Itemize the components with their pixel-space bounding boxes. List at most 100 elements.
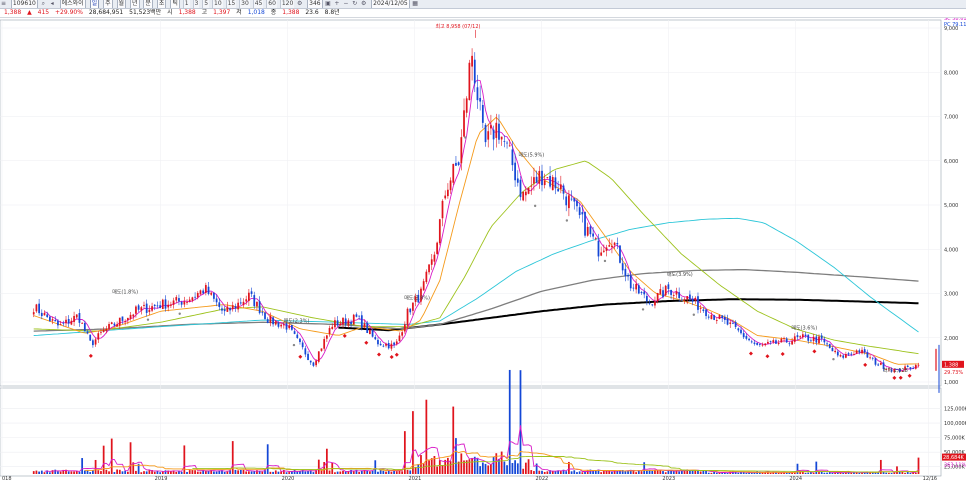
tab-year[interactable]: 년	[129, 0, 140, 8]
period-30[interactable]: 30	[239, 0, 250, 8]
lock-icon[interactable]: ▣	[325, 0, 332, 8]
refresh-icon[interactable]: ↻	[351, 0, 358, 8]
volume-bar	[807, 472, 810, 474]
candle-body	[239, 302, 242, 304]
volume-bar	[312, 472, 315, 474]
time-tick-label: 2023	[662, 476, 675, 482]
period-3[interactable]: 3	[192, 0, 200, 8]
candle-body	[54, 320, 57, 322]
candle-body	[538, 170, 541, 184]
candle-body	[689, 294, 691, 299]
candle-body	[764, 343, 767, 346]
period-60[interactable]: 60	[266, 0, 277, 8]
candle-body	[336, 320, 339, 326]
candle-body	[118, 317, 121, 326]
candle-body	[799, 336, 802, 338]
tab-minute[interactable]: 분	[143, 0, 153, 8]
candle-body	[135, 306, 137, 314]
volume-bar	[710, 472, 713, 474]
candle-body	[272, 317, 274, 325]
tab-tick[interactable]: 틱	[170, 0, 180, 8]
candle-body	[40, 312, 43, 317]
search-icon[interactable]: ⌕	[40, 0, 47, 8]
volume-bar	[611, 471, 613, 474]
candle-body	[627, 274, 629, 277]
candle-body	[342, 317, 344, 325]
gear-icon[interactable]: ⚙	[360, 0, 367, 8]
candle-body	[403, 324, 406, 332]
tab-week[interactable]: 주	[103, 0, 113, 8]
volume-bar	[527, 459, 530, 474]
candle-body	[38, 303, 40, 314]
candle-body	[713, 315, 715, 320]
volume-bar	[885, 472, 888, 474]
stock-name[interactable]: 에스와이	[59, 0, 86, 8]
candle-body	[256, 301, 258, 307]
up-arrow-icon: ▲	[27, 9, 32, 16]
volume-bar	[288, 472, 291, 474]
candle-body	[62, 322, 65, 324]
zoom-in-icon[interactable]: +	[333, 0, 340, 8]
volume-bar	[401, 471, 404, 474]
candle-body	[234, 306, 237, 309]
price-tick-label: 7,000	[944, 115, 958, 121]
tab-second[interactable]: 초	[156, 0, 167, 8]
stock-chart[interactable]: 최고 8,958 (07/12) 매도(1.8%) 매도(2.3%) 매도(3.8%)…	[0, 18, 966, 482]
candle-body	[387, 342, 390, 349]
period-1[interactable]: 1	[182, 0, 190, 8]
signal-dot	[565, 219, 569, 222]
period-120[interactable]: 120	[279, 0, 295, 8]
calendar-icon[interactable]: ▦	[412, 0, 419, 8]
candle-body	[269, 315, 272, 323]
candle-body	[705, 309, 707, 317]
period-10[interactable]: 10	[212, 0, 223, 8]
candle-body	[586, 226, 589, 236]
candle-body	[35, 304, 38, 312]
volume-bar	[484, 463, 487, 474]
volume-bar	[689, 470, 691, 474]
volume-bar	[468, 459, 471, 474]
volume-bar	[519, 370, 522, 474]
period-45[interactable]: 45	[252, 0, 264, 8]
chart-annotation: 매도(5.9%)	[518, 152, 544, 159]
candle-body	[237, 302, 239, 310]
candle-body	[646, 295, 648, 302]
volume-bar	[406, 469, 409, 474]
candle-body	[549, 175, 551, 187]
candle-body	[654, 301, 656, 306]
volume-bar	[336, 471, 339, 474]
candle-body	[726, 318, 729, 325]
volume-bar	[904, 472, 906, 474]
candle-body	[879, 363, 882, 365]
close-label: 종	[270, 9, 277, 16]
candle-body	[740, 329, 742, 334]
candle-body	[393, 342, 395, 345]
candle-body	[409, 308, 412, 313]
hamburger-icon[interactable]: ≡	[0, 0, 7, 8]
stock-code-input[interactable]: 109610	[10, 0, 38, 8]
tab-month[interactable]: 월	[116, 0, 127, 8]
volume-bar	[121, 471, 124, 474]
volume-bar	[180, 471, 183, 474]
volume-bar	[213, 471, 215, 474]
settings-icon[interactable]: ⚙	[296, 0, 303, 8]
volume-bar	[694, 470, 697, 474]
volume-bar	[745, 473, 748, 474]
tab-day[interactable]: 일	[89, 0, 100, 8]
candle-body	[113, 323, 116, 326]
period-15[interactable]: 15	[225, 0, 237, 8]
volume-bar	[570, 471, 573, 474]
candle-body	[366, 322, 369, 334]
volume-bar	[449, 461, 452, 474]
bar-count-input[interactable]: 346	[307, 0, 323, 8]
candle-body	[167, 304, 170, 308]
date-input[interactable]: 2024/12/05	[371, 0, 410, 8]
signal-dot	[146, 318, 150, 321]
zoom-out-icon[interactable]: −	[342, 0, 349, 8]
candle-body	[820, 335, 823, 339]
period-5[interactable]: 5	[202, 0, 210, 8]
prev-icon[interactable]: ◂	[49, 0, 56, 8]
candle-body	[301, 342, 304, 348]
volume-bar	[546, 471, 549, 474]
candle-body	[546, 177, 549, 179]
